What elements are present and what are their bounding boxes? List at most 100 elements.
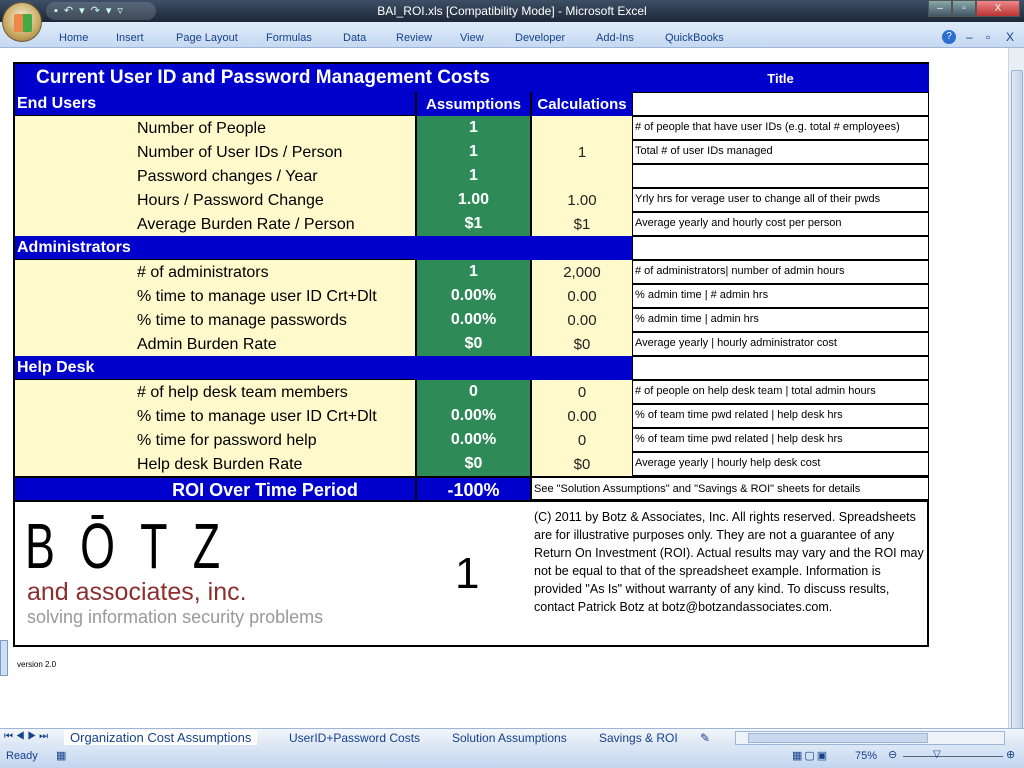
row-label[interactable]: # of help desk team members xyxy=(15,380,415,404)
tab-nav-arrows[interactable]: ⏮ ◀ ▶ ⏭ xyxy=(4,731,48,742)
calculation-value[interactable]: 1 xyxy=(530,140,632,164)
assumption-input[interactable]: 0.00% xyxy=(415,284,530,308)
workbook-restore-button[interactable]: ▫ xyxy=(986,30,990,44)
workbook-close-button[interactable]: X xyxy=(1006,30,1014,44)
tab-review[interactable]: Review xyxy=(396,32,432,44)
note-cell[interactable]: # of administrators| number of admin hou… xyxy=(632,260,929,284)
section-header[interactable]: End Users xyxy=(15,92,415,116)
assumption-input[interactable]: 1.00 xyxy=(415,188,530,212)
tab-view[interactable]: View xyxy=(460,32,484,44)
minimize-button[interactable]: – xyxy=(928,0,952,17)
assumption-input[interactable]: 1 xyxy=(415,116,530,140)
calculation-value[interactable]: 0.00 xyxy=(530,284,632,308)
close-button[interactable]: X xyxy=(976,0,1020,17)
assumption-input[interactable]: 1 xyxy=(415,164,530,188)
assumption-input[interactable]: $1 xyxy=(415,212,530,236)
zoom-slider-thumb[interactable]: ▽ xyxy=(933,749,941,760)
assumption-input[interactable]: $0 xyxy=(415,332,530,356)
row-label[interactable]: % time to manage passwords xyxy=(15,308,415,332)
note-cell[interactable]: Average yearly | hourly help desk cost xyxy=(632,452,929,476)
note-cell[interactable]: # of people that have user IDs (e.g. tot… xyxy=(632,116,929,140)
calculation-value[interactable]: $0 xyxy=(530,452,632,476)
calculation-value[interactable]: 2,000 xyxy=(530,260,632,284)
view-buttons[interactable]: ▦▢▣ xyxy=(792,749,829,762)
horizontal-scrollbar[interactable] xyxy=(735,731,1005,745)
tab-quickbooks[interactable]: QuickBooks xyxy=(665,32,724,44)
calculation-value[interactable] xyxy=(530,116,632,140)
big-number[interactable]: 1 xyxy=(455,549,479,599)
row-label[interactable]: Number of User IDs / Person xyxy=(15,140,415,164)
tab-home[interactable]: Home xyxy=(59,32,88,44)
tab-formulas[interactable]: Formulas xyxy=(266,32,312,44)
row-label[interactable]: Hours / Password Change xyxy=(15,188,415,212)
row-label[interactable]: Admin Burden Rate xyxy=(15,332,415,356)
note-cell[interactable]: Average yearly | hourly administrator co… xyxy=(632,332,929,356)
calculation-value[interactable]: 0.00 xyxy=(530,404,632,428)
quick-access-toolbar[interactable]: ▪↶▾↷▾▿ xyxy=(46,2,156,20)
calculation-value[interactable]: $0 xyxy=(530,332,632,356)
office-button[interactable] xyxy=(2,2,42,42)
restore-button[interactable]: ▫ xyxy=(952,0,976,17)
tab-data[interactable]: Data xyxy=(343,32,366,44)
note-cell[interactable] xyxy=(632,356,929,380)
sheet-tab-savings-roi[interactable]: Savings & ROI xyxy=(599,731,678,745)
help-icon[interactable]: ? xyxy=(942,30,956,44)
scrollbar-thumb[interactable] xyxy=(1011,70,1023,736)
sheet-title[interactable]: Current User ID and Password Management … xyxy=(15,64,632,92)
assumption-input[interactable]: 1 xyxy=(415,140,530,164)
roi-value[interactable]: -100% xyxy=(415,476,530,500)
note-cell[interactable] xyxy=(632,92,929,116)
title-note[interactable]: Title xyxy=(632,64,929,92)
row-label[interactable]: % time to manage user ID Crt+Dlt xyxy=(15,284,415,308)
sheet-tab-organization-cost-assumptions[interactable]: Organization Cost Assumptions xyxy=(64,730,258,745)
row-label[interactable]: % time for password help xyxy=(15,428,415,452)
assumption-input[interactable]: 0.00% xyxy=(415,308,530,332)
row-label[interactable]: Average Burden Rate / Person xyxy=(15,212,415,236)
macro-record-icon[interactable]: ▦ xyxy=(56,749,66,762)
assumption-input[interactable]: 0 xyxy=(415,380,530,404)
tab-developer[interactable]: Developer xyxy=(515,32,565,44)
zoom-slider[interactable] xyxy=(903,756,1003,757)
section-header[interactable]: Help Desk xyxy=(15,356,415,380)
horizontal-scrollbar-thumb[interactable] xyxy=(748,733,928,743)
note-cell[interactable]: % admin time | # admin hrs xyxy=(632,284,929,308)
note-cell[interactable]: # of people on help desk team | total ad… xyxy=(632,380,929,404)
tab-page-layout[interactable]: Page Layout xyxy=(176,32,238,44)
tab-add-ins[interactable]: Add-Ins xyxy=(596,32,634,44)
workbook-minimize-button[interactable]: – xyxy=(966,30,973,44)
note-cell[interactable]: % of team time pwd related | help desk h… xyxy=(632,428,929,452)
calculation-value[interactable]: 1.00 xyxy=(530,188,632,212)
row-label[interactable]: Help desk Burden Rate xyxy=(15,452,415,476)
calculation-value[interactable] xyxy=(530,164,632,188)
assumption-input[interactable]: $0 xyxy=(415,452,530,476)
row-label[interactable]: Password changes / Year xyxy=(15,164,415,188)
roi-label[interactable]: ROI Over Time Period xyxy=(15,476,415,500)
note-cell[interactable] xyxy=(632,236,929,260)
calculation-value[interactable]: $1 xyxy=(530,212,632,236)
roi-note[interactable]: See "Solution Assumptions" and "Savings … xyxy=(530,476,929,500)
note-cell[interactable]: Total # of user IDs managed xyxy=(632,140,929,164)
note-cell[interactable]: Yrly hrs for verage user to change all o… xyxy=(632,188,929,212)
zoom-out-button[interactable]: ⊖ xyxy=(888,748,897,761)
row-label[interactable]: # of administrators xyxy=(15,260,415,284)
note-cell[interactable]: % of team time pwd related | help desk h… xyxy=(632,404,929,428)
assumption-input[interactable]: 0.00% xyxy=(415,404,530,428)
calculation-value[interactable]: 0 xyxy=(530,428,632,452)
sheet-tab-solution-assumptions[interactable]: Solution Assumptions xyxy=(452,731,567,745)
note-cell[interactable]: Average yearly and hourly cost per perso… xyxy=(632,212,929,236)
zoom-in-button[interactable]: ⊕ xyxy=(1006,748,1015,761)
calculation-value[interactable]: 0.00 xyxy=(530,308,632,332)
assumption-input[interactable]: 1 xyxy=(415,260,530,284)
note-cell[interactable]: % admin time | admin hrs xyxy=(632,308,929,332)
row-label[interactable]: Number of People xyxy=(15,116,415,140)
note-cell[interactable] xyxy=(632,164,929,188)
calculation-value[interactable]: 0 xyxy=(530,380,632,404)
sheet-tab-userid-password-costs[interactable]: UserID+Password Costs xyxy=(289,731,420,745)
section-header[interactable]: Administrators xyxy=(15,236,415,260)
column-header-assumptions[interactable]: Assumptions xyxy=(415,92,530,116)
assumption-input[interactable]: 0.00% xyxy=(415,428,530,452)
vertical-scrollbar[interactable] xyxy=(1008,48,1024,736)
column-header-calculations[interactable]: Calculations xyxy=(530,92,632,116)
insert-sheet-icon[interactable]: ✎ xyxy=(700,731,710,745)
tab-insert[interactable]: Insert xyxy=(116,32,144,44)
